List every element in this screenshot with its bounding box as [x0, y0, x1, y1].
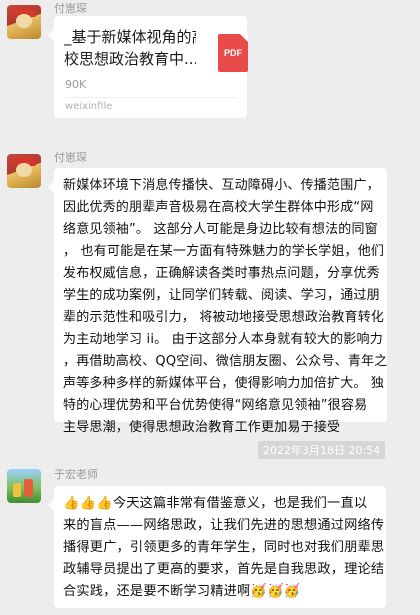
message-line: 主导思潮，使得思想政治教育工作更加易于接受	[63, 420, 341, 435]
message-line: 辈的示范性和吸引力， 将被动地接受思想政治教育转化	[63, 310, 385, 325]
message-line: 合实践，还是要不断学习精进啊🥳🥳🥳	[63, 584, 301, 599]
sender-name: 付崽琛	[54, 151, 87, 164]
pdf-icon-label: PDF	[224, 48, 242, 58]
message-line: 络意见领袖”。 这部分人可能是身边比较有想法的同窗	[63, 222, 378, 237]
file-source: weixinfile	[65, 101, 113, 112]
message-line: 发布权威信息，正确解读各类时事热点问题，分享优秀	[63, 266, 380, 281]
message-line: 👍👍👍今天这篇非常有借鉴意义，也是我们一直以	[63, 496, 368, 511]
message-line: 因此优秀的朋辈声音极易在高校大学生群体中形成“网	[63, 200, 374, 215]
timestamp: 2022年3月18日 20:54	[258, 441, 386, 459]
message-line: ， 也有可能是在某一方面有特殊魅力的学长学姐，他们	[63, 244, 385, 259]
text-message-bubble[interactable]: 👍👍👍今天这篇非常有借鉴意义，也是我们一直以 来的盲点——网络思政，让我们先进的…	[48, 486, 386, 608]
message-line: 为主动地学习 ii。 由于这部分人本身就有较大的影响力	[63, 332, 383, 347]
message-line: 学生的成功案例，让同学们转载、阅读、学习，通过朋	[63, 288, 380, 303]
avatar-fu-cui-chen[interactable]	[7, 5, 41, 39]
file-title-line: _基于新媒体视角的高	[64, 28, 196, 46]
file-title: _基于新媒体视角的高 校思想政治教育中...	[64, 26, 196, 70]
file-card-divider	[64, 97, 237, 98]
message-line: 来的盲点——网络思政，让我们先进的思想通过网络传	[63, 518, 385, 533]
sender-name: 付崽琛	[54, 2, 87, 15]
message-line: ，再借助高校、QQ空间、微信朋友圈、公众号、青年之	[63, 354, 388, 369]
message-line: 特的心理优势和平台优势使得“网络意见领袖”很容易	[63, 398, 368, 413]
avatar-figure	[24, 479, 33, 497]
message-text: 新媒体环境下消息传播快、互动障碍小、传播范围广， 因此优秀的朋辈声音极易在高校大…	[63, 175, 387, 439]
file-size: 90K	[65, 78, 87, 91]
avatar-face	[16, 14, 32, 28]
avatar-face	[16, 163, 32, 177]
message-line: 新媒体环境下消息传播快、互动障碍小、传播范围广，	[63, 178, 380, 193]
pdf-file-icon: PDF	[218, 34, 248, 72]
avatar-yu-hong-teacher[interactable]	[7, 469, 41, 503]
avatar-figure	[13, 483, 21, 497]
avatar-fu-cui-chen[interactable]	[7, 154, 41, 188]
message-line: 声等多种多样的新媒体平台，使得影响力加倍扩大。 独	[63, 376, 385, 391]
file-title-line: 校思想政治教育中...	[64, 50, 196, 68]
text-message-bubble[interactable]: 新媒体环境下消息传播快、互动障碍小、传播范围广， 因此优秀的朋辈声音极易在高校大…	[48, 168, 387, 435]
message-text: 👍👍👍今天这篇非常有借鉴意义，也是我们一直以 来的盲点——网络思政，让我们先进的…	[63, 493, 384, 603]
message-line: 政辅导员提出了更高的要求，首先是自我思政，理论结	[63, 562, 385, 577]
file-message-card[interactable]: _基于新媒体视角的高 校思想政治教育中... PDF 90K weixinfil…	[48, 16, 248, 118]
message-line: 播得更广，引领更多的青年学生，同时也对我们朋辈思	[63, 540, 385, 555]
sender-name: 于宏老师	[54, 468, 98, 481]
